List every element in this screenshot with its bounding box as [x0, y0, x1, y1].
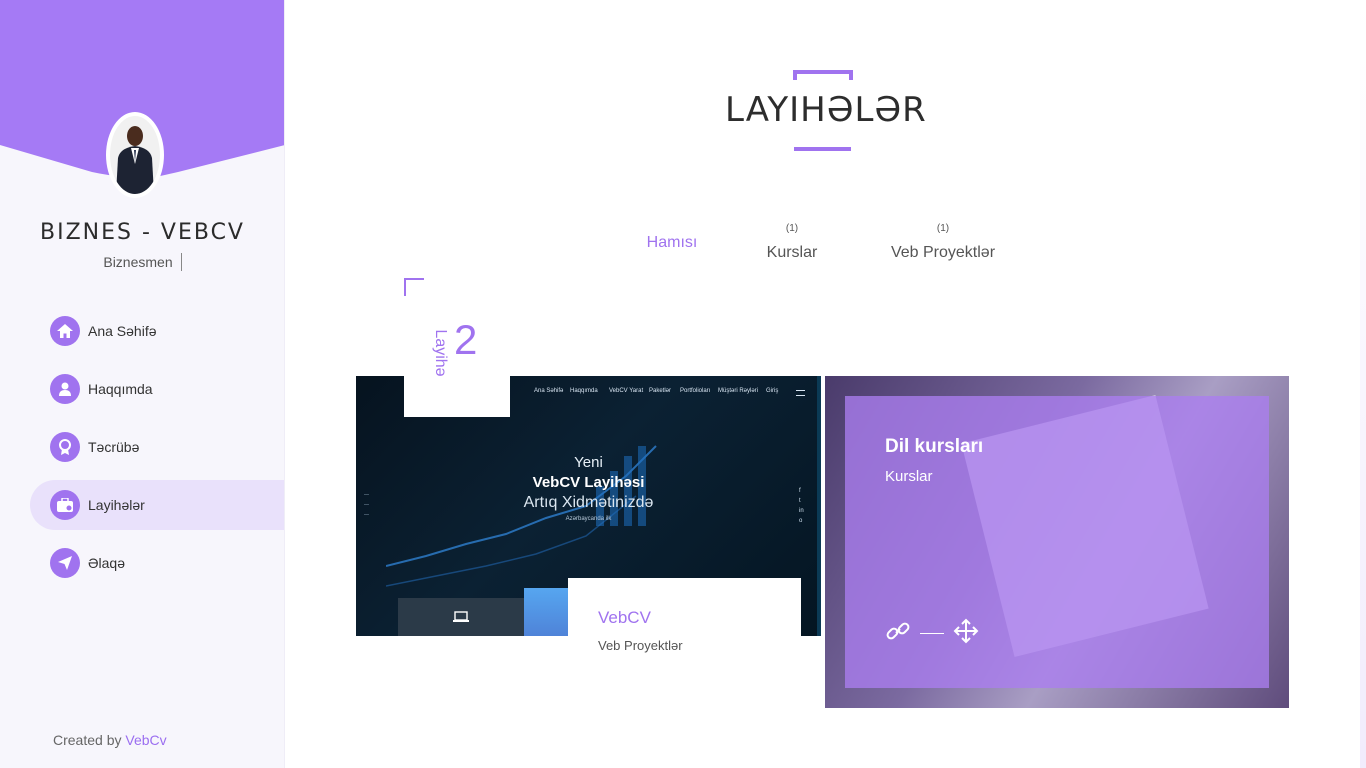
- sidebar-item-label: Təcrübə: [88, 439, 140, 455]
- project-card-language-courses[interactable]: Dil kursları Kurslar: [825, 376, 1289, 708]
- sidebar: BIZNES - VEBCV Biznesmen Ana Səhifə Haqq…: [0, 0, 285, 768]
- screenshot-nav-item: Ana Səhifə: [534, 388, 564, 394]
- sidebar-item-projects[interactable]: Layihələr: [30, 480, 284, 530]
- filter-label: Veb Proyektlər: [890, 244, 996, 261]
- move-icon[interactable]: [953, 618, 979, 649]
- screenshot-line1: Yeni: [574, 454, 603, 471]
- sidebar-item-label: Layihələr: [88, 497, 145, 513]
- user-icon: [50, 374, 80, 404]
- counter-label: Layihə: [432, 329, 449, 377]
- counter-value: 2: [454, 316, 478, 363]
- screenshot-nav-item: Müştəri Rəyləri: [718, 388, 759, 394]
- screenshot-nav-item: Paketlər: [649, 388, 672, 394]
- filter-all[interactable]: Hamısı: [625, 222, 719, 252]
- sidebar-item-label: Ana Səhifə: [88, 323, 157, 339]
- avatar: [106, 112, 164, 198]
- brand-name: BIZNES - VEBCV: [40, 220, 245, 245]
- filter-count: (1): [785, 223, 799, 234]
- screenshot-nav-item: Giriş: [766, 388, 779, 394]
- screenshot-accent-block: [524, 588, 568, 636]
- project-filters: Hamısı (1) Kurslar (1) Veb Proyektlər: [625, 222, 1045, 282]
- page-title: LAYIHƏLƏR: [725, 90, 927, 130]
- sidebar-item-contact[interactable]: Əlaqə: [0, 538, 284, 588]
- filter-courses[interactable]: (1) Kurslar: [745, 222, 839, 262]
- filter-count: (1): [936, 223, 950, 234]
- screenshot-edge: [817, 376, 821, 636]
- briefcase-icon: [50, 490, 80, 520]
- title-decoration-top: [793, 70, 853, 80]
- screenshot-menu-icon: [796, 390, 805, 396]
- sidebar-nav: Ana Səhifə Haqqımda Təcrübə Layihələr Əl…: [0, 306, 284, 596]
- project-category: Kurslar: [885, 468, 933, 485]
- brand-role-text: Biznesmen: [103, 254, 173, 270]
- sidebar-item-label: Əlaqə: [88, 555, 126, 571]
- scrollbar[interactable]: [1360, 0, 1366, 768]
- typing-caret: [180, 253, 182, 271]
- project-info-vebcv: VebCV Veb Proyektlər: [568, 578, 801, 664]
- title-decoration-bottom: [794, 147, 851, 151]
- sidebar-item-home[interactable]: Ana Səhifə: [0, 306, 284, 356]
- filter-web-projects[interactable]: (1) Veb Proyektlər: [883, 222, 1003, 262]
- footer-credit: Created by VebCv: [53, 732, 167, 748]
- brand-role: Biznesmen: [0, 253, 284, 271]
- screenshot-laptop-button: [398, 598, 524, 636]
- project-actions: [885, 618, 979, 649]
- filter-label: Kurslar: [766, 244, 818, 261]
- award-icon: [50, 432, 80, 462]
- screenshot-line3: Artıq Xidmətinizdə: [523, 494, 654, 511]
- screenshot-nav-item: Haqqımda: [570, 388, 598, 394]
- filter-label: Hamısı: [646, 234, 698, 251]
- project-title[interactable]: Dil kursları: [885, 436, 1269, 458]
- project-category: Veb Proyektlər: [598, 638, 683, 653]
- project-hover-overlay: Dil kursları Kurslar: [845, 396, 1269, 688]
- sidebar-item-label: Haqqımda: [88, 381, 153, 397]
- section-title: LAYIHƏLƏR: [725, 68, 927, 158]
- credit-link[interactable]: VebCv: [125, 732, 166, 748]
- screenshot-social-icons: f t in o: [799, 488, 804, 524]
- screenshot-line4: Azərbaycanda ilk: [565, 516, 612, 522]
- credit-prefix: Created by: [53, 732, 122, 748]
- counter-backdrop: [404, 376, 510, 417]
- screenshot-nav-item: VebCV Yarat: [609, 388, 644, 394]
- home-icon: [50, 316, 80, 346]
- screenshot-line2: VebCV Layihəsi: [532, 474, 645, 491]
- main-content: LAYIHƏLƏR Hamısı (1) Kurslar (1) Veb Pro…: [285, 0, 1366, 768]
- screenshot-nav-item: Portfolioları: [680, 388, 711, 394]
- sidebar-item-experience[interactable]: Təcrübə: [0, 422, 284, 472]
- link-icon[interactable]: [885, 618, 911, 649]
- send-icon: [50, 548, 80, 578]
- actions-divider: [920, 633, 944, 634]
- screenshot-side-marks: — — —: [364, 492, 369, 518]
- counter-corner-decoration: [404, 278, 424, 296]
- project-title[interactable]: VebCV: [598, 608, 801, 628]
- sidebar-item-about[interactable]: Haqqımda: [0, 364, 284, 414]
